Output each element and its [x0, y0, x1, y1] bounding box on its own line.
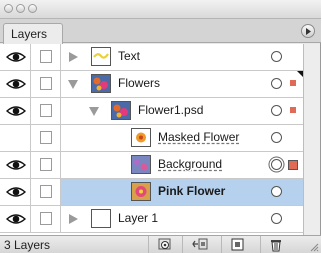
link-box [40, 185, 52, 198]
link-toggle[interactable] [31, 152, 61, 178]
trash-icon [271, 240, 281, 252]
masked-flower-thumbnail-icon [132, 129, 150, 146]
title-bar [0, 0, 321, 19]
resize-grip-icon[interactable] [310, 243, 319, 252]
layer-name: Layer 1 [118, 211, 159, 225]
eye-icon [6, 160, 26, 170]
layer-style-button[interactable] [148, 236, 180, 253]
delete-layer-button[interactable] [260, 236, 292, 253]
layer-thumbnail [91, 74, 111, 93]
layer-target-circle[interactable] [271, 186, 282, 197]
visibility-toggle[interactable] [0, 179, 31, 205]
layer-thumbnail [91, 209, 111, 228]
layer-name: Flower1.psd [138, 103, 204, 117]
layer-list: Text Flowers Flower1.psd Masked Flower B… [0, 44, 303, 235]
link-box [40, 212, 52, 225]
layer-name: Background [158, 157, 223, 171]
layer-target-circle[interactable] [271, 132, 282, 143]
layer-count: 3 Layers [4, 238, 51, 252]
link-toggle[interactable] [31, 206, 61, 232]
layer-thumbnail [131, 128, 151, 147]
layer-content[interactable]: Pink Flower [61, 179, 303, 205]
layer-thumbnail [131, 155, 151, 174]
visibility-toggle[interactable] [0, 98, 31, 124]
scrollbar-track[interactable] [303, 44, 320, 235]
visibility-toggle[interactable] [0, 125, 31, 151]
link-box [40, 104, 52, 117]
link-toggle[interactable] [31, 71, 61, 97]
layer-name: Masked Flower [158, 130, 240, 144]
eye-icon [6, 106, 26, 116]
tab-strip: Layers [0, 19, 321, 44]
layer-row-masked-flower[interactable]: Masked Flower [0, 125, 303, 152]
layer-row-flower1-psd[interactable]: Flower1.psd [0, 98, 303, 125]
text-thumbnail-icon [93, 49, 109, 64]
link-toggle[interactable] [31, 98, 61, 124]
collapsed-triangle-icon[interactable] [69, 52, 78, 62]
background-thumbnail-icon [132, 156, 150, 173]
link-box [40, 131, 52, 144]
layer-name: Flowers [118, 76, 161, 90]
tab-layers[interactable]: Layers [3, 23, 63, 44]
layer-row-pink-flower[interactable]: Pink Flower [0, 179, 303, 206]
visibility-toggle[interactable] [0, 44, 31, 70]
eye-icon [6, 214, 26, 224]
mask-indicator [290, 80, 296, 86]
layer-content[interactable]: Masked Flower [61, 125, 303, 151]
palette-menu-button[interactable] [301, 24, 315, 38]
layer-content[interactable]: Text [61, 44, 303, 70]
layer-style-icon [158, 238, 171, 250]
close-window-button[interactable] [4, 4, 13, 13]
eye-icon [6, 187, 26, 197]
link-box [40, 77, 52, 90]
link-box [40, 50, 52, 63]
layers-palette-window: Layers Text Flowers Flower1.psd Masked F… [0, 0, 321, 253]
expanded-triangle-icon[interactable] [89, 107, 99, 116]
eye-icon [6, 79, 26, 89]
zoom-window-button[interactable] [28, 4, 37, 13]
mask-indicator [288, 160, 298, 170]
layer-content[interactable]: Flower1.psd [61, 98, 303, 124]
flower1-thumbnail-icon [112, 102, 130, 119]
pink-flower-thumbnail-icon [132, 183, 150, 200]
new-layer-button[interactable] [221, 236, 253, 253]
link-toggle[interactable] [31, 179, 61, 205]
layer-name: Text [118, 49, 141, 63]
layer-row-layer-1[interactable]: Layer 1 [0, 206, 303, 233]
layer-content[interactable]: Layer 1 [61, 206, 303, 232]
layer-target-circle[interactable] [271, 159, 282, 170]
layer-thumbnail [111, 101, 131, 120]
layer-row-text[interactable]: Text [0, 44, 303, 71]
layer-target-circle[interactable] [271, 213, 282, 224]
bottom-toolbar: 3 Layers [0, 235, 321, 253]
layer-target-circle[interactable] [271, 51, 282, 62]
link-layers-icon [192, 238, 208, 250]
menu-arrow-icon [306, 28, 311, 35]
visibility-toggle[interactable] [0, 71, 31, 97]
link-box [40, 158, 52, 171]
eye-icon [6, 52, 26, 62]
layer-content[interactable]: Flowers [61, 71, 303, 97]
tab-layers-label: Layers [11, 27, 48, 41]
collapsed-triangle-icon[interactable] [69, 214, 78, 224]
layer-name: Pink Flower [158, 184, 226, 198]
expanded-triangle-icon[interactable] [68, 80, 78, 89]
layer-thumbnail [91, 47, 111, 66]
new-layer-icon [231, 238, 244, 251]
mask-indicator [290, 107, 296, 113]
link-layers-button[interactable] [182, 236, 214, 253]
layer-thumbnail [131, 182, 151, 201]
layer-content[interactable]: Background [61, 152, 303, 178]
layer-target-circle[interactable] [271, 78, 282, 89]
link-toggle[interactable] [31, 125, 61, 151]
visibility-toggle[interactable] [0, 206, 31, 232]
flowers-thumbnail-icon [92, 75, 110, 92]
layer-target-circle[interactable] [271, 105, 282, 116]
visibility-toggle[interactable] [0, 152, 31, 178]
layer-row-flowers[interactable]: Flowers [0, 71, 303, 98]
layer-row-background[interactable]: Background [0, 152, 303, 179]
link-toggle[interactable] [31, 44, 61, 70]
minimize-window-button[interactable] [16, 4, 25, 13]
